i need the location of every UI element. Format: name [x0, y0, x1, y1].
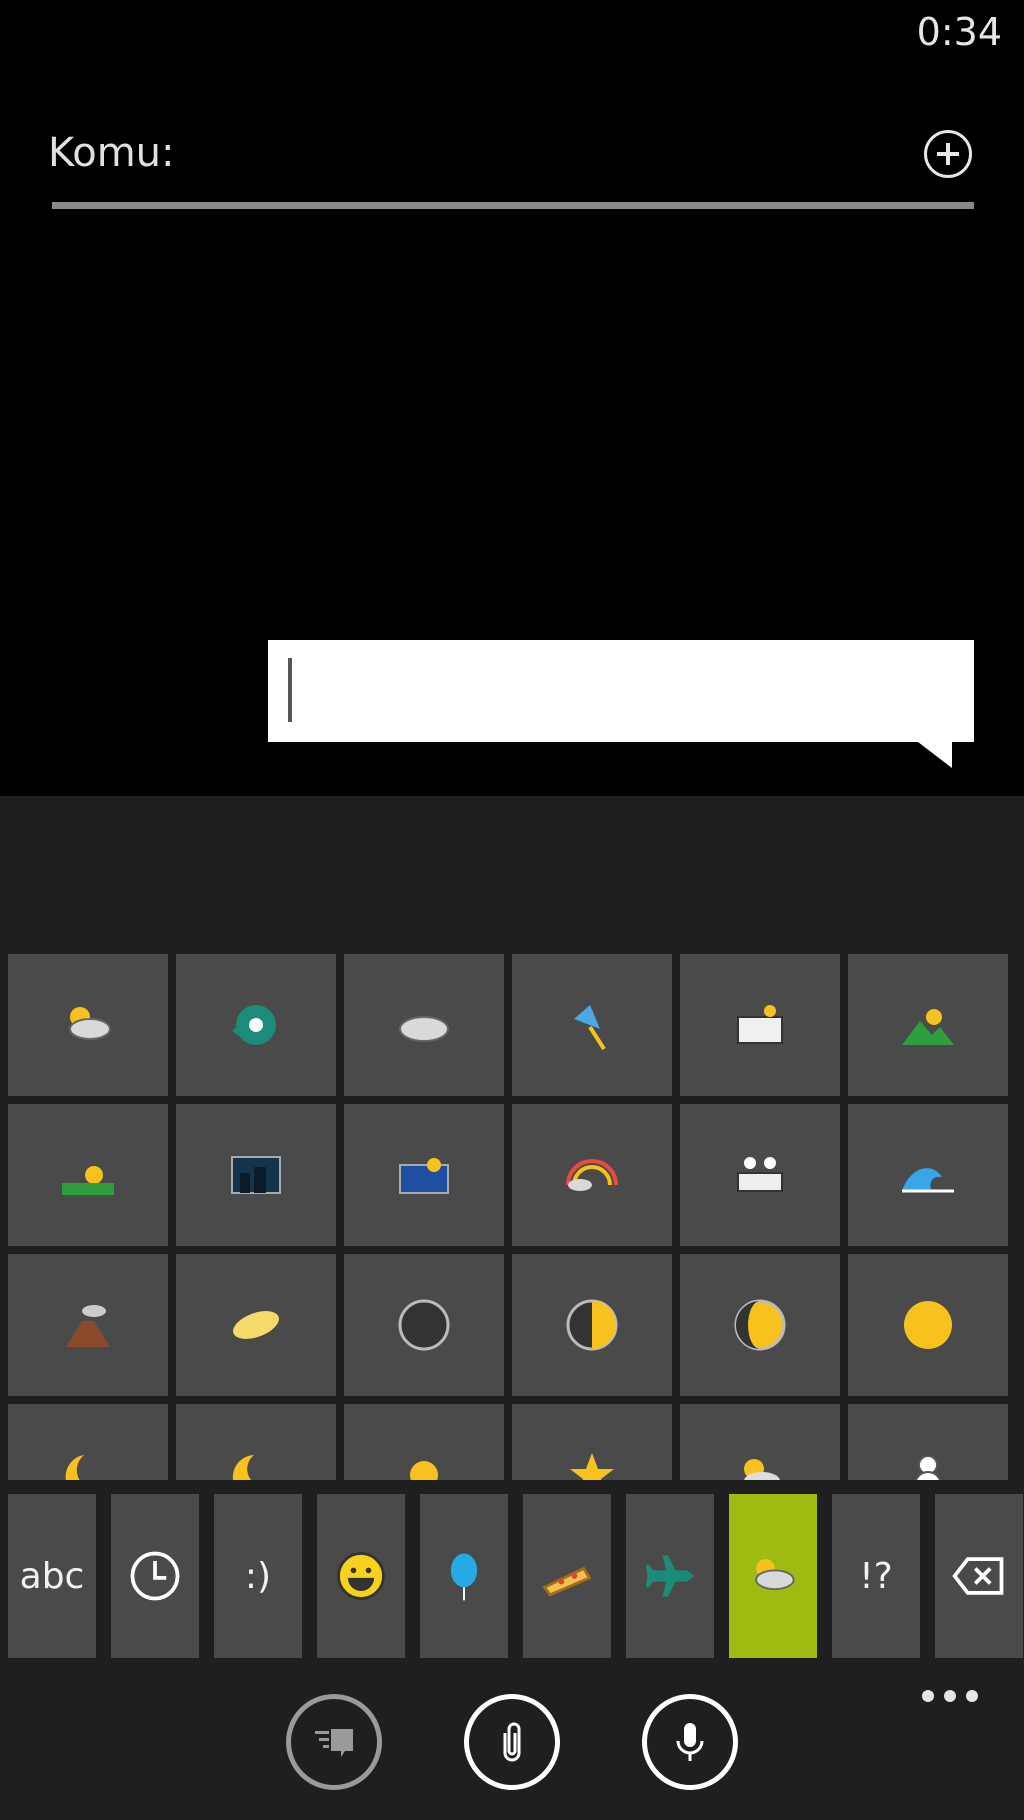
- emoji-tile[interactable]: [8, 1104, 168, 1246]
- emoji-tile[interactable]: [8, 1254, 168, 1396]
- emoji-tile[interactable]: [848, 1404, 1008, 1480]
- partly-cloudy-icon: [744, 1459, 780, 1480]
- pizza-icon: [542, 1566, 592, 1597]
- sun-face-icon: [410, 1461, 438, 1480]
- bridge-at-night-icon: [737, 1157, 783, 1192]
- emoji-tile[interactable]: [848, 954, 1008, 1096]
- recipient-label[interactable]: Komu:: [48, 130, 175, 176]
- umbrella-icon: [574, 1005, 606, 1051]
- sunrise-icon: [62, 1166, 114, 1195]
- category-tab-objects[interactable]: [420, 1494, 508, 1658]
- category-tab-backspace[interactable]: [935, 1494, 1023, 1658]
- text-caret: [288, 658, 292, 722]
- category-tab-travel[interactable]: [626, 1494, 714, 1658]
- mountain-sunrise-icon: [902, 1009, 954, 1045]
- backspace-icon: [952, 1557, 1004, 1595]
- water-wave-icon: [902, 1168, 954, 1193]
- attach-icon: [503, 1722, 521, 1762]
- emoji-tile[interactable]: [344, 1254, 504, 1396]
- conversation-button[interactable]: [286, 1694, 382, 1790]
- emoji-tile[interactable]: [176, 1104, 336, 1246]
- waxing-gibbous-moon-icon: [734, 1299, 786, 1351]
- cloud-icon: [399, 1016, 449, 1042]
- cyclone-icon: [232, 1005, 276, 1045]
- emoji-category-bar: abc:)!?: [8, 1494, 1023, 1658]
- star-icon: [570, 1453, 614, 1480]
- emoji-tile[interactable]: [344, 1104, 504, 1246]
- category-tab-food[interactable]: [523, 1494, 611, 1658]
- emoji-tile[interactable]: [512, 954, 672, 1096]
- category-tab-nature[interactable]: [729, 1494, 817, 1658]
- clock-icon: [130, 1551, 180, 1601]
- city-sunset-icon: [399, 1158, 449, 1194]
- emoji-grid[interactable]: [8, 954, 1020, 1480]
- emoji-tile[interactable]: [848, 1254, 1008, 1396]
- milky-way-icon: [233, 1311, 279, 1339]
- emoji-tile[interactable]: [848, 1104, 1008, 1246]
- category-label: abc: [19, 1555, 85, 1597]
- night-city-icon: [231, 1156, 281, 1194]
- foggy-city-icon: [737, 1005, 783, 1044]
- crescent-moon-face-icon: [232, 1455, 254, 1480]
- add-recipient-button[interactable]: [924, 130, 972, 178]
- emoji-tile[interactable]: [680, 1404, 840, 1480]
- more-dot: [966, 1690, 978, 1702]
- microphone-button[interactable]: [642, 1694, 738, 1790]
- category-label: :): [244, 1555, 272, 1597]
- more-options-button[interactable]: [922, 1690, 978, 1702]
- snowman-icon: [914, 1455, 942, 1480]
- microphone-icon: [676, 1723, 704, 1761]
- emoji-tile[interactable]: [680, 954, 840, 1096]
- first-quarter-moon-icon: [566, 1299, 618, 1351]
- category-tab-symbols[interactable]: !?: [832, 1494, 920, 1658]
- conversation-icon: [315, 1729, 353, 1757]
- emoji-tile[interactable]: [8, 954, 168, 1096]
- app-bar: [0, 1680, 1024, 1820]
- emoji-tile[interactable]: [344, 954, 504, 1096]
- airplane-icon: [645, 1555, 695, 1597]
- emoji-tile[interactable]: [176, 1404, 336, 1480]
- emoji-tile[interactable]: [512, 1104, 672, 1246]
- recipient-underline: [52, 202, 974, 209]
- new-moon-icon: [398, 1299, 450, 1351]
- emoji-tile[interactable]: [176, 954, 336, 1096]
- emoji-tile[interactable]: [680, 1104, 840, 1246]
- attach-button[interactable]: [464, 1694, 560, 1790]
- balloon-icon: [450, 1553, 478, 1601]
- category-label: !?: [859, 1555, 893, 1597]
- message-input[interactable]: [268, 640, 974, 742]
- emoji-tile[interactable]: [8, 1404, 168, 1480]
- more-dot: [944, 1690, 956, 1702]
- category-tab-abc[interactable]: abc: [8, 1494, 96, 1658]
- emoji-tile[interactable]: [512, 1404, 672, 1480]
- more-dot: [922, 1690, 934, 1702]
- rainbow-icon: [566, 1159, 618, 1191]
- volcano-icon: [66, 1305, 110, 1347]
- category-tab-text-smileys[interactable]: :): [214, 1494, 302, 1658]
- message-bubble-tail: [918, 742, 952, 768]
- category-tab-recent[interactable]: [111, 1494, 199, 1658]
- emoji-tile[interactable]: [680, 1254, 840, 1396]
- category-tab-smileys[interactable]: [317, 1494, 405, 1658]
- smiley-icon: [337, 1552, 385, 1600]
- emoji-tile[interactable]: [176, 1254, 336, 1396]
- status-time: 0:34: [916, 10, 1002, 54]
- sun-behind-cloud-icon: [755, 1559, 795, 1591]
- sun-behind-cloud-icon: [69, 1007, 111, 1040]
- crescent-moon-icon: [65, 1455, 84, 1480]
- emoji-tile[interactable]: [512, 1254, 672, 1396]
- full-moon-icon: [904, 1301, 952, 1349]
- emoji-tile[interactable]: [344, 1404, 504, 1480]
